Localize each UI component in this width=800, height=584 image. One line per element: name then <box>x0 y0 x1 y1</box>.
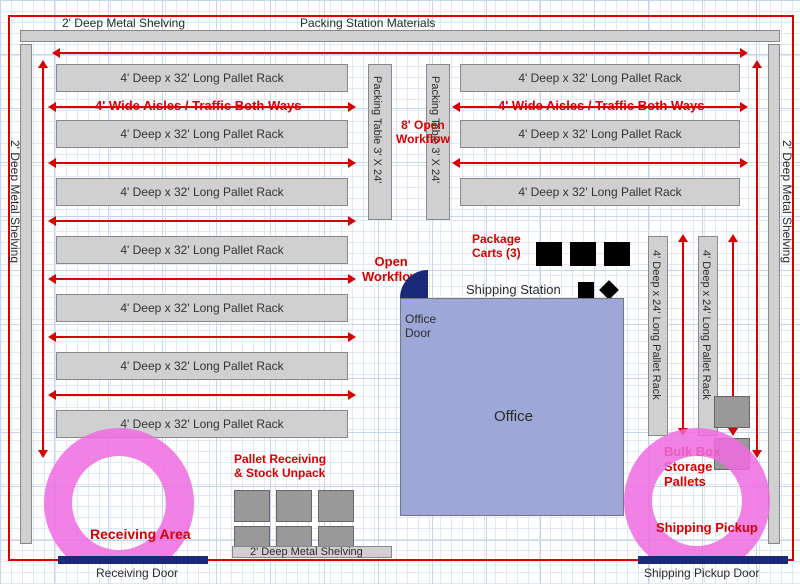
rack-l6: 4' Deep x 32' Long Pallet Rack <box>56 352 348 380</box>
vrack-arrow-1 <box>682 242 684 428</box>
ship-diamond <box>599 280 619 300</box>
rack-l5: 4' Deep x 32' Long Pallet Rack <box>56 294 348 322</box>
shipping-door-label: Shipping Pickup Door <box>644 566 759 580</box>
pt1-label: Packing Table 3' X 24' <box>371 76 383 183</box>
top-shelf-label: 2' Deep Metal Shelving <box>62 16 185 30</box>
packing-materials-label: Packing Station Materials <box>300 16 435 30</box>
top-shelf <box>20 30 780 42</box>
rack-l4: 4' Deep x 32' Long Pallet Rack <box>56 236 348 264</box>
rack-r3: 4' Deep x 32' Long Pallet Rack <box>460 178 740 206</box>
shipping-circle <box>624 428 770 574</box>
aisle-r: 4' Wide Aisles / Traffic Both Ways <box>498 98 704 113</box>
bulk-pallet-1 <box>714 396 750 428</box>
aisle-arrow-l3 <box>56 220 348 222</box>
cart-2 <box>570 242 596 266</box>
top-arrow <box>60 52 740 54</box>
warehouse-floor-plan: 2' Deep Metal Shelving Packing Station M… <box>0 0 800 584</box>
shipping-door <box>638 556 788 564</box>
rack-l2: 4' Deep x 32' Long Pallet Rack <box>56 120 348 148</box>
office-label: Office <box>494 408 533 425</box>
aisle-arrow-l5 <box>56 336 348 338</box>
left-shelf <box>20 44 32 544</box>
vrack-1-label: 4' Deep x 24' Long Pallet Rack <box>650 250 662 400</box>
rec-pallet-1 <box>234 490 270 522</box>
vrack-2-label: 4' Deep x 24' Long Pallet Rack <box>700 250 712 400</box>
right-shelf <box>768 44 780 544</box>
shipping-pickup: Shipping Pickup <box>656 520 758 535</box>
rack-l1: 4' Deep x 32' Long Pallet Rack <box>56 64 348 92</box>
aisle-arrow-l4 <box>56 278 348 280</box>
aisle-arrow-l2 <box>56 162 348 164</box>
aisle-arrow-l6 <box>56 394 348 396</box>
right-arrow <box>756 68 758 450</box>
rec-pallet-3 <box>318 490 354 522</box>
rack-l3: 4' Deep x 32' Long Pallet Rack <box>56 178 348 206</box>
right-shelf-label: 2' Deep Metal Shelving <box>780 140 794 263</box>
rack-r2: 4' Deep x 32' Long Pallet Rack <box>460 120 740 148</box>
aisle-arrow-r2 <box>460 162 740 164</box>
receiving-door-label: Receiving Door <box>96 566 178 580</box>
package-carts-label: Package Carts (3) <box>472 232 521 260</box>
receiving-area: Receiving Area <box>90 526 191 542</box>
shipping-station-label: Shipping Station <box>466 282 561 297</box>
open-workflow-1: 8' Open Workflow <box>396 118 450 146</box>
cart-1 <box>536 242 562 266</box>
bottom-shelf-label: 2' Deep Metal Shelving <box>250 546 363 558</box>
cart-3 <box>604 242 630 266</box>
rack-r1: 4' Deep x 32' Long Pallet Rack <box>460 64 740 92</box>
aisle-l: 4' Wide Aisles / Traffic Both Ways <box>95 98 301 113</box>
pallet-receiving-label: Pallet Receiving & Stock Unpack <box>234 452 326 480</box>
office-door-label: Office Door <box>405 312 436 340</box>
left-arrow <box>42 68 44 450</box>
ship-box <box>578 282 594 298</box>
receiving-door <box>58 556 208 564</box>
rec-pallet-2 <box>276 490 312 522</box>
